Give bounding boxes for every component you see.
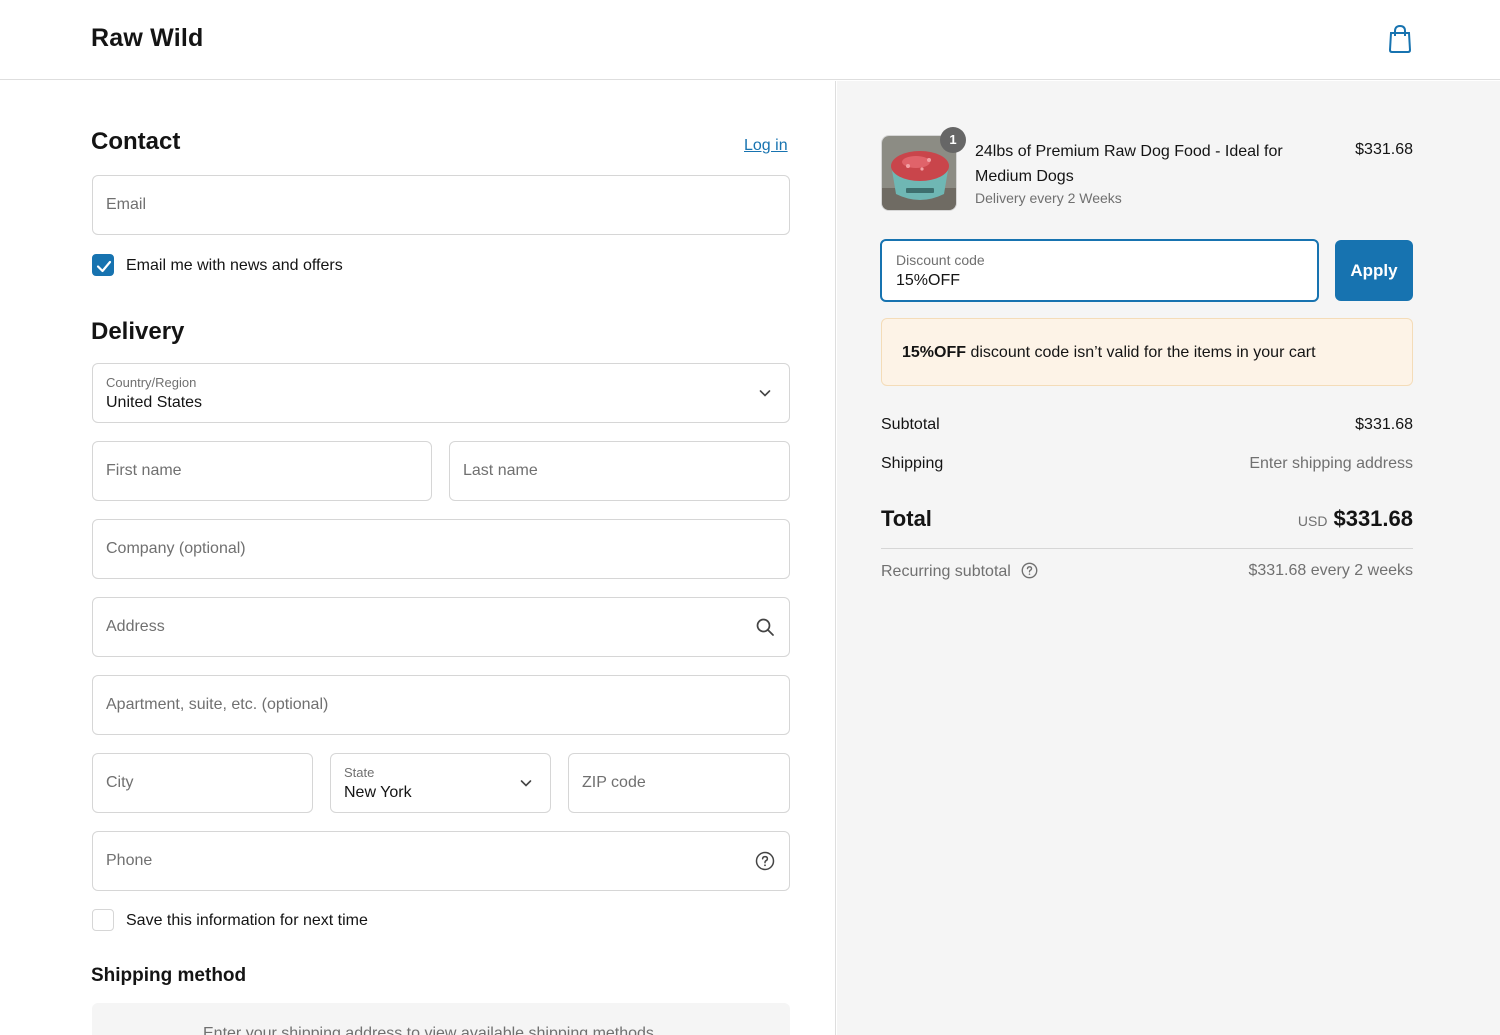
help-icon[interactable] bbox=[1021, 562, 1038, 579]
discount-warning-banner: 15%OFF discount code isn’t valid for the… bbox=[881, 318, 1413, 386]
shopping-bag-icon[interactable] bbox=[1386, 24, 1414, 54]
summary-divider bbox=[881, 548, 1413, 549]
chevron-down-icon bbox=[520, 780, 532, 787]
company-placeholder: Company (optional) bbox=[106, 540, 246, 557]
zip-field[interactable]: ZIP code bbox=[568, 753, 790, 813]
shipping-method-heading: Shipping method bbox=[91, 965, 247, 986]
company-field[interactable]: Company (optional) bbox=[92, 519, 790, 579]
recurring-subtotal-label: Recurring subtotal bbox=[881, 563, 1011, 580]
search-icon bbox=[756, 618, 774, 636]
subtotal-label: Subtotal bbox=[881, 416, 940, 433]
contact-heading: Contact bbox=[91, 128, 181, 155]
zip-placeholder: ZIP code bbox=[582, 774, 646, 791]
product-subscription: Delivery every 2 Weeks bbox=[975, 190, 1122, 206]
warning-code: 15%OFF bbox=[902, 344, 967, 361]
shipping-method-placeholder-box: Enter your shipping address to view avai… bbox=[92, 1003, 790, 1035]
email-field[interactable]: Email bbox=[92, 175, 790, 235]
login-link[interactable]: Log in bbox=[744, 137, 788, 155]
total-value: $331.68 bbox=[1333, 506, 1413, 531]
discount-warning-text: 15%OFF discount code isn’t valid for the… bbox=[902, 344, 1316, 362]
country-value: United States bbox=[106, 394, 203, 411]
quantity-badge: 1 bbox=[940, 127, 966, 153]
total-currency: USD bbox=[1297, 513, 1328, 529]
country-select[interactable]: Country/Region United States bbox=[92, 363, 790, 423]
first-name-placeholder: First name bbox=[106, 462, 182, 479]
newsletter-checkbox[interactable] bbox=[92, 254, 114, 276]
check-icon bbox=[96, 260, 112, 273]
recurring-subtotal-value: $331.68 every 2 weeks bbox=[1248, 562, 1413, 579]
city-field[interactable]: City bbox=[92, 753, 313, 813]
state-value: New York bbox=[344, 784, 412, 801]
phone-field[interactable]: Phone bbox=[92, 831, 790, 891]
address-placeholder: Address bbox=[106, 618, 165, 635]
page-header: Raw Wild bbox=[0, 0, 1500, 80]
last-name-placeholder: Last name bbox=[463, 462, 538, 479]
city-placeholder: City bbox=[106, 774, 134, 791]
store-logo[interactable]: Raw Wild bbox=[91, 24, 204, 53]
discount-code-label: Discount code bbox=[896, 252, 985, 268]
total-label: Total bbox=[881, 506, 932, 531]
order-summary-panel bbox=[837, 81, 1500, 1035]
apartment-field[interactable]: Apartment, suite, etc. (optional) bbox=[92, 675, 790, 735]
apartment-placeholder: Apartment, suite, etc. (optional) bbox=[106, 696, 329, 713]
product-price: $331.68 bbox=[1355, 141, 1413, 158]
shipping-method-placeholder: Enter your shipping address to view avai… bbox=[203, 1025, 659, 1035]
help-icon[interactable] bbox=[755, 851, 775, 871]
total-amount: USD $331.68 bbox=[1298, 506, 1413, 532]
product-name: 24lbs of Premium Raw Dog Food - Ideal fo… bbox=[975, 143, 1283, 185]
state-label: State bbox=[344, 765, 375, 780]
state-select[interactable]: State New York bbox=[330, 753, 551, 813]
shipping-value: Enter shipping address bbox=[1249, 455, 1413, 472]
address-field[interactable]: Address bbox=[92, 597, 790, 657]
delivery-heading: Delivery bbox=[91, 318, 185, 345]
phone-placeholder: Phone bbox=[106, 852, 153, 869]
last-name-field[interactable]: Last name bbox=[449, 441, 790, 501]
warning-message: discount code isn’t valid for the items … bbox=[966, 344, 1316, 361]
shipping-label: Shipping bbox=[881, 455, 944, 472]
save-info-label[interactable]: Save this information for next time bbox=[126, 912, 368, 930]
discount-code-value: 15%OFF bbox=[896, 272, 961, 289]
recurring-subtotal-row: Recurring subtotal bbox=[881, 562, 1038, 581]
country-label: Country/Region bbox=[106, 375, 197, 390]
save-info-checkbox[interactable] bbox=[92, 909, 114, 931]
first-name-field[interactable]: First name bbox=[92, 441, 432, 501]
apply-button[interactable]: Apply bbox=[1335, 240, 1413, 301]
subtotal-value: $331.68 bbox=[1355, 416, 1413, 433]
chevron-down-icon bbox=[759, 390, 771, 397]
newsletter-label[interactable]: Email me with news and offers bbox=[126, 257, 343, 275]
email-placeholder: Email bbox=[106, 196, 147, 213]
discount-code-field[interactable]: Discount code 15%OFF bbox=[880, 239, 1319, 302]
